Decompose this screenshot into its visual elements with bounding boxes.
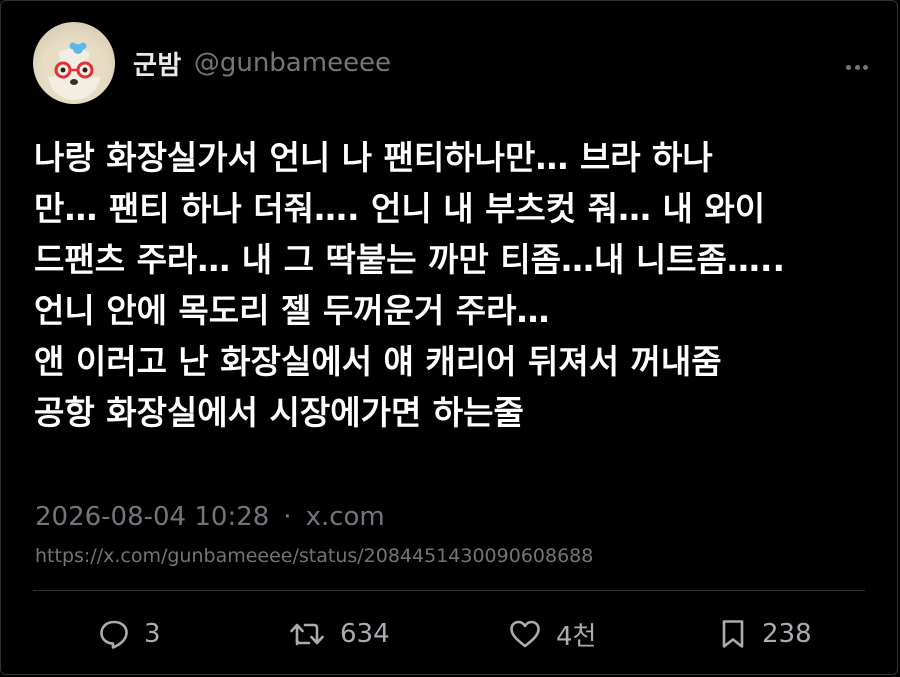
tweet-line: 나랑 화장실가서 언니 나 팬티하나만… 브라 하나 xyxy=(34,138,713,177)
bookmark-icon xyxy=(718,618,748,650)
like-count: 4천 xyxy=(556,621,597,652)
retweet-button[interactable]: 634 xyxy=(288,614,390,654)
more-options-icon[interactable] xyxy=(846,62,868,72)
action-bar: 3 634 4천 238 xyxy=(0,614,900,654)
tweet-line: 앤 이러고 난 화장실에서 얘 캐리어 뒤져서 꺼내줌 xyxy=(34,342,722,381)
bookmark-count: 238 xyxy=(762,619,812,649)
puppy-avatar-icon xyxy=(42,42,106,100)
tweet-line: 공항 화장실에서 시장에가면 하는줄 xyxy=(34,393,524,432)
reply-count: 3 xyxy=(144,619,161,649)
tweet-meta: 2026-08-04 10:28 · x.com xyxy=(35,502,385,532)
tweet-text: 나랑 화장실가서 언니 나 팬티하나만… 브라 하나 만… 팬티 하나 더줘….… xyxy=(34,132,874,438)
reply-button[interactable]: 3 xyxy=(98,614,161,654)
like-button[interactable]: 4천 xyxy=(508,614,596,654)
meta-separator: · xyxy=(283,502,292,532)
bookmark-button[interactable]: 238 xyxy=(718,614,812,654)
tweet-line: 만… 팬티 하나 더줘…. 언니 내 부츠컷 줘… 내 와이 xyxy=(34,189,766,228)
divider xyxy=(33,590,865,591)
avatar[interactable] xyxy=(33,22,115,104)
author-handle[interactable]: @gunbameeee xyxy=(194,48,391,78)
timestamp[interactable]: 2026-08-04 10:28 xyxy=(35,502,269,532)
heart-icon xyxy=(508,618,542,650)
retweet-icon xyxy=(288,618,326,650)
tweet-header: 군밤 @gunbameeee xyxy=(33,22,391,104)
tweet-line: 드팬츠 주라… 내 그 딱붙는 까만 티좀…내 니트좀….. xyxy=(34,240,785,279)
author-name[interactable]: 군밤 xyxy=(133,45,182,82)
status-url[interactable]: https://x.com/gunbameeee/status/20844514… xyxy=(35,545,593,567)
reply-icon xyxy=(98,618,130,650)
tweet-line: 언니 안에 목도리 젤 두꺼운거 주라… xyxy=(34,291,550,330)
retweet-count: 634 xyxy=(340,619,390,649)
source-label: x.com xyxy=(305,502,385,532)
